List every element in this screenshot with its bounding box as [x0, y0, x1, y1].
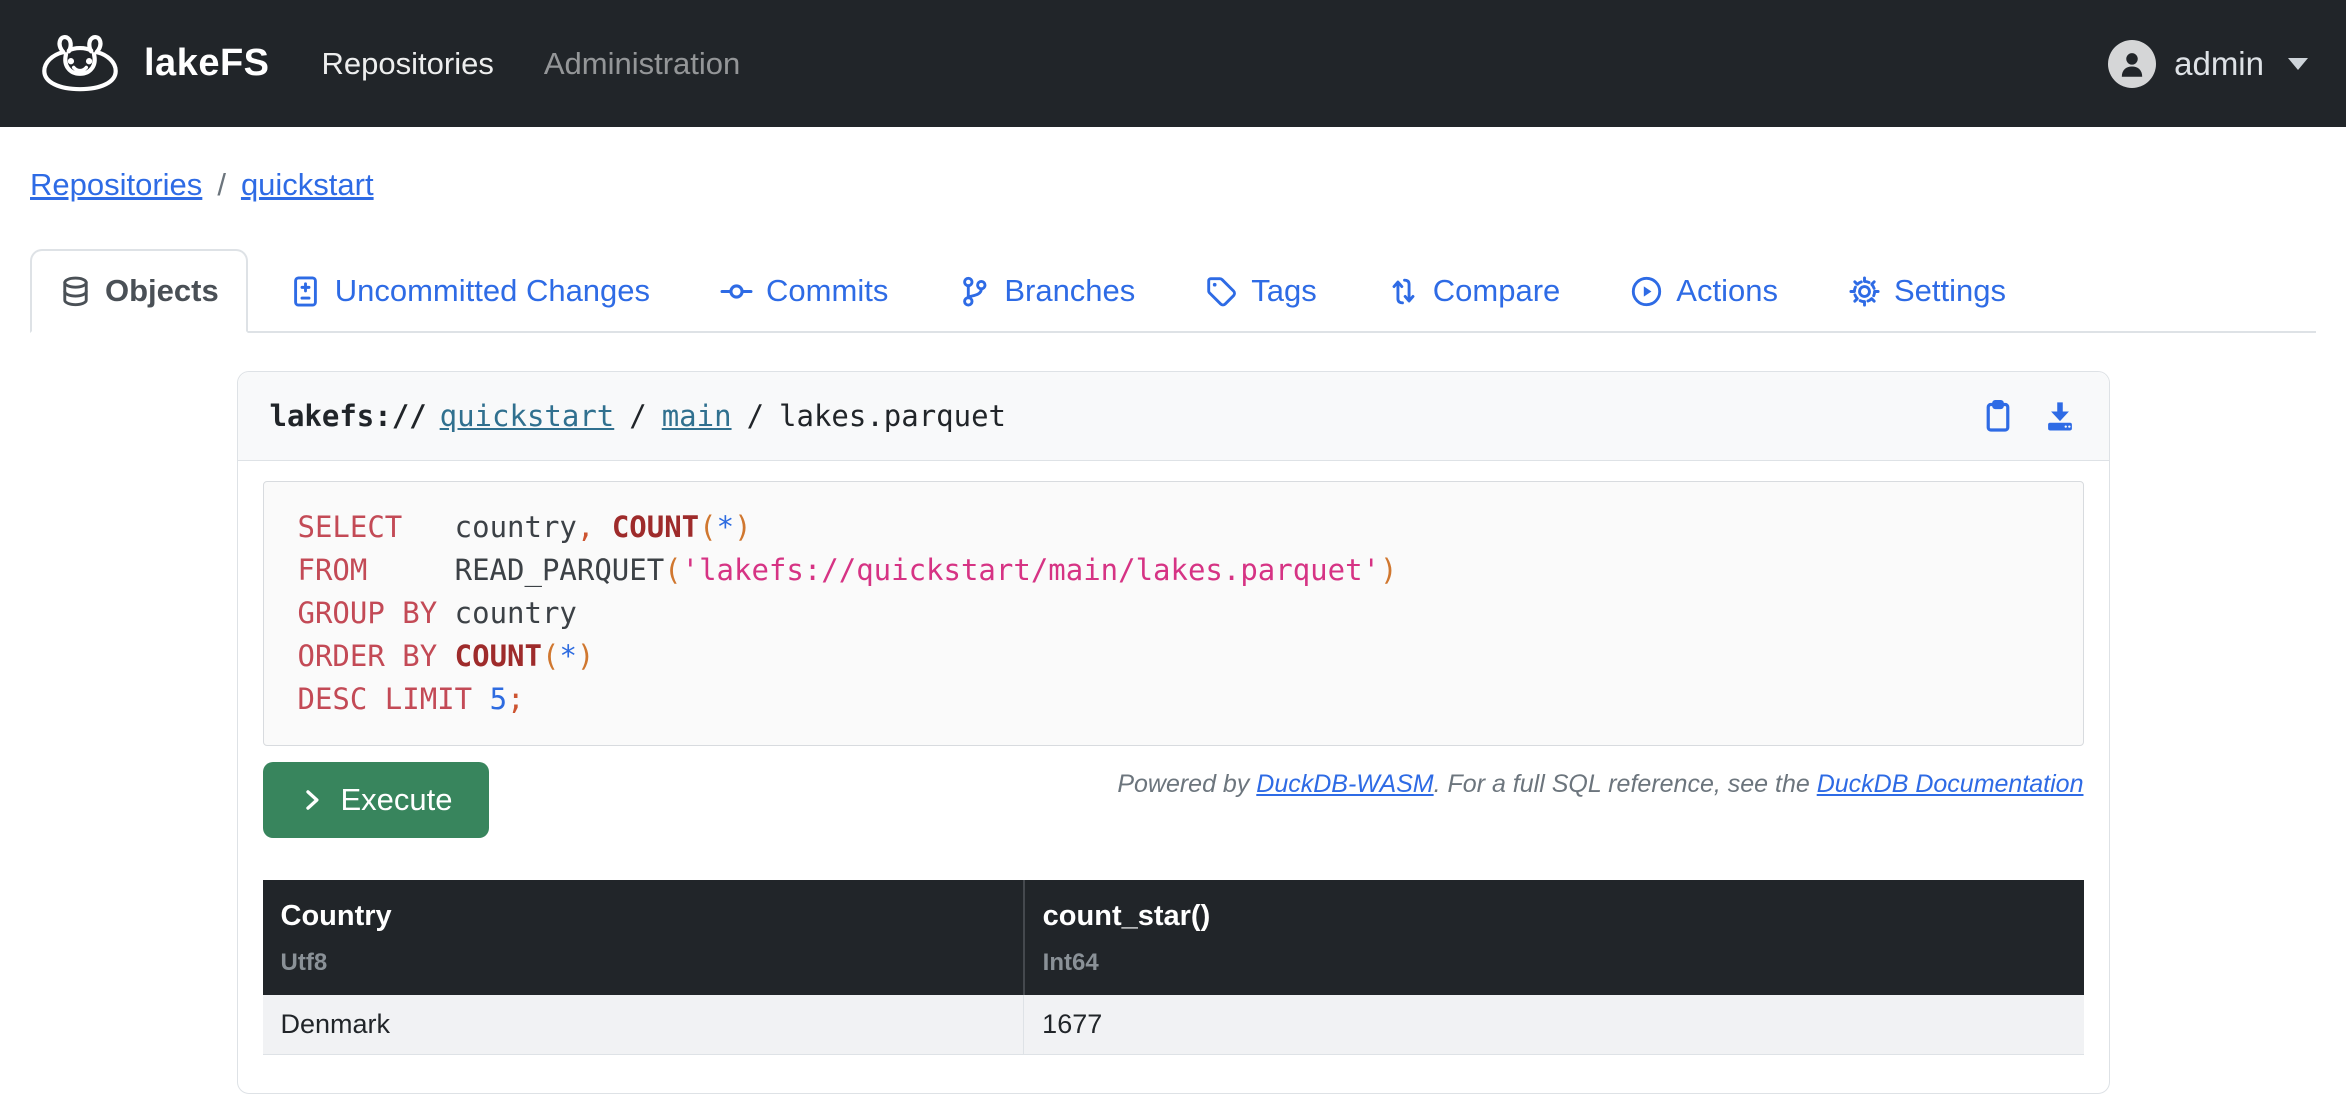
- compare-arrows-icon: [1387, 275, 1420, 308]
- result-cell: Denmark: [263, 995, 1024, 1055]
- column-type: Utf8: [281, 949, 1005, 977]
- path-file-name: lakes.parquet: [779, 399, 1006, 433]
- powered-by-middle: . For a full SQL reference, see the: [1434, 770, 1817, 798]
- path-scheme: lakefs://: [270, 399, 427, 433]
- breadcrumb-repo-name[interactable]: quickstart: [241, 167, 374, 203]
- database-icon: [59, 275, 92, 308]
- path-repo-link[interactable]: quickstart: [440, 399, 615, 433]
- execute-row: Execute Powered by DuckDB-WASM. For a fu…: [263, 762, 2084, 838]
- column-name: Country: [281, 900, 1005, 933]
- powered-by-note: Powered by DuckDB-WASM. For a full SQL r…: [1117, 770, 2083, 799]
- chevron-down-icon: [2288, 58, 2308, 70]
- nav-link-repositories[interactable]: Repositories: [322, 46, 494, 82]
- tab-uncommitted-changes[interactable]: Uncommitted Changes: [260, 249, 679, 333]
- path-separator: /: [629, 399, 646, 433]
- user-name: admin: [2174, 45, 2264, 83]
- column-name: count_star(): [1043, 900, 2066, 933]
- tab-branches[interactable]: Branches: [929, 249, 1164, 333]
- brand[interactable]: lakeFS: [38, 32, 270, 96]
- top-navbar: lakeFS Repositories Administration admin: [0, 0, 2346, 127]
- tab-compare[interactable]: Compare: [1358, 249, 1590, 333]
- execute-label: Execute: [341, 782, 453, 818]
- results-table: Country Utf8 count_star() Int64 Denmark1677: [263, 880, 2084, 1055]
- repo-tabs: Objects Uncommitted Changes Commits: [30, 249, 2316, 333]
- object-viewer-card: lakefs:// quickstart / main / lakes.parq…: [237, 371, 2110, 1094]
- duckdb-wasm-link[interactable]: DuckDB-WASM: [1256, 770, 1433, 798]
- tab-commits[interactable]: Commits: [691, 249, 917, 333]
- tab-tags[interactable]: Tags: [1176, 249, 1345, 333]
- tab-label: Settings: [1894, 273, 2006, 309]
- result-cell: 1677: [1024, 995, 2084, 1055]
- column-header: count_star() Int64: [1024, 880, 2084, 995]
- path-branch-link[interactable]: main: [662, 399, 732, 433]
- gear-icon: [1848, 275, 1881, 308]
- sql-line: DESC LIMIT 5;: [298, 678, 2049, 721]
- tab-objects[interactable]: Objects: [30, 249, 248, 333]
- branch-icon: [958, 275, 991, 308]
- tab-label: Commits: [766, 273, 888, 309]
- clipboard-icon: [1981, 399, 2015, 433]
- commit-icon: [720, 275, 753, 308]
- column-header: Country Utf8: [263, 880, 1024, 995]
- tab-label: Objects: [105, 273, 219, 309]
- nav-link-administration[interactable]: Administration: [544, 46, 740, 82]
- lakefs-axolotl-logo-icon: [38, 32, 122, 96]
- results-table-head: Country Utf8 count_star() Int64: [263, 880, 2084, 995]
- sql-line: ORDER BY COUNT(*): [298, 635, 2049, 678]
- powered-by-prefix: Powered by: [1117, 770, 1256, 798]
- breadcrumb-repositories[interactable]: Repositories: [30, 167, 202, 203]
- download-icon: [2043, 399, 2077, 433]
- duckdb-docs-link[interactable]: DuckDB Documentation: [1817, 770, 2084, 798]
- copy-path-button[interactable]: [1981, 399, 2015, 433]
- file-diff-icon: [289, 275, 322, 308]
- sql-line: SELECT country, COUNT(*): [298, 506, 2049, 549]
- tab-label: Compare: [1433, 273, 1561, 309]
- download-object-button[interactable]: [2043, 399, 2077, 433]
- object-viewer-body: SELECT country, COUNT(*)FROM READ_PARQUE…: [238, 461, 2109, 1093]
- chevron-right-icon: [299, 787, 325, 813]
- breadcrumb: Repositories / quickstart: [30, 167, 2316, 203]
- object-path-header: lakefs:// quickstart / main / lakes.parq…: [238, 372, 2109, 461]
- tab-label: Tags: [1251, 273, 1316, 309]
- sql-line: GROUP BY country: [298, 592, 2049, 635]
- person-icon: [2115, 47, 2149, 81]
- tab-settings[interactable]: Settings: [1819, 249, 2035, 333]
- sql-line: FROM READ_PARQUET('lakefs://quickstart/m…: [298, 549, 2049, 592]
- breadcrumb-separator: /: [217, 167, 226, 203]
- tag-icon: [1205, 275, 1238, 308]
- object-actions: [1981, 399, 2077, 433]
- tab-label: Actions: [1676, 273, 1778, 309]
- tab-label: Branches: [1004, 273, 1135, 309]
- tab-actions[interactable]: Actions: [1601, 249, 1807, 333]
- brand-title: lakeFS: [144, 42, 270, 85]
- results-table-body: Denmark1677: [263, 995, 2084, 1055]
- result-row: Denmark1677: [263, 995, 2084, 1055]
- path-separator: /: [747, 399, 764, 433]
- play-circle-icon: [1630, 275, 1663, 308]
- user-menu[interactable]: admin: [2108, 40, 2308, 88]
- sql-editor[interactable]: SELECT country, COUNT(*)FROM READ_PARQUE…: [263, 481, 2084, 746]
- results-header-row: Country Utf8 count_star() Int64: [263, 880, 2084, 995]
- nav-links: Repositories Administration: [322, 46, 741, 82]
- avatar: [2108, 40, 2156, 88]
- tab-label: Uncommitted Changes: [335, 273, 650, 309]
- execute-button[interactable]: Execute: [263, 762, 489, 838]
- column-type: Int64: [1043, 949, 2066, 977]
